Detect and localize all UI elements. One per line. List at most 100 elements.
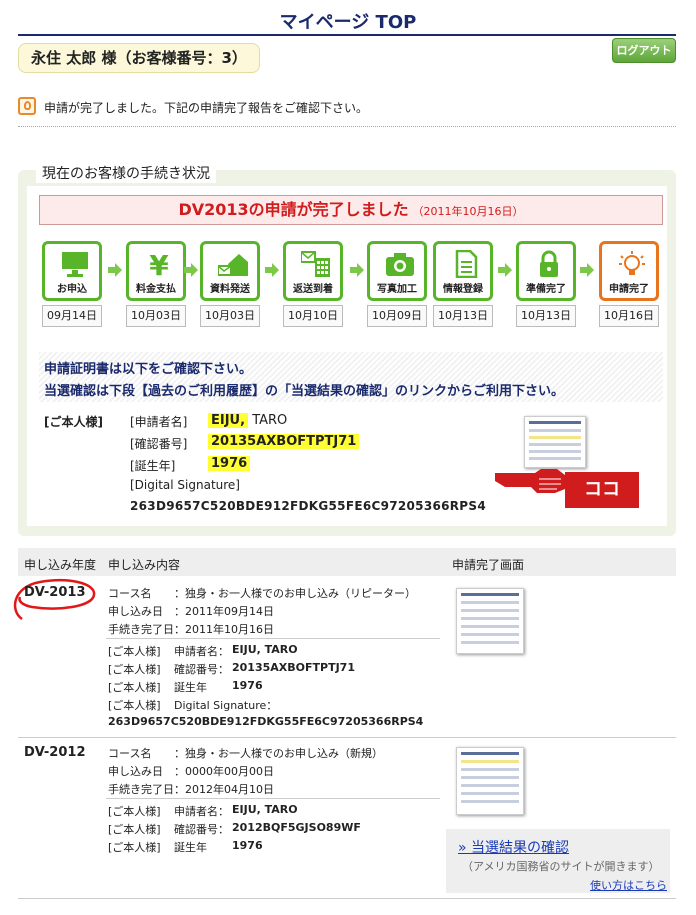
document-icon	[455, 250, 478, 278]
confirm-value: 20135AXBOFTPTJ71	[232, 661, 355, 674]
confirmation-number: 20135AXBOFTPTJ71	[208, 434, 360, 449]
step-register: 情報登録	[433, 241, 493, 301]
koko-label: ココ	[565, 472, 639, 508]
step-docs-sent: 資料発送	[200, 241, 260, 301]
mail-keypad-icon	[301, 251, 330, 277]
done-value: ：2012年04月10日	[174, 783, 274, 796]
yen-icon: ¥	[149, 250, 169, 278]
step-date: 10月10日	[283, 305, 343, 327]
confirm-label: 確認番号：	[174, 823, 229, 836]
birth-label: 誕生年	[174, 681, 207, 694]
step-date: 09月14日	[42, 305, 102, 327]
history-year: DV-2013	[24, 585, 86, 600]
step-date: 10月13日	[433, 305, 493, 327]
row-divider	[18, 737, 676, 738]
camera-icon	[386, 253, 414, 276]
header-screen: 申請完了画面	[452, 558, 525, 572]
confirm-value: 2012BQF5GJSO89WF	[232, 821, 361, 834]
completion-screen-thumbnail[interactable]	[456, 588, 524, 654]
apply-value: ：2011年09月14日	[174, 605, 274, 618]
banner-main: DV2013の申請が完了しました	[178, 200, 409, 219]
applicant-name: EIJU, TARO	[208, 413, 287, 428]
status-panel-title: 現在のお客様の手続き状況	[36, 163, 216, 183]
done-value: ：2011年10月16日	[174, 623, 274, 636]
owner-tag: [ご本人様]	[108, 805, 161, 818]
lightbulb-icon	[18, 97, 36, 115]
completion-message: 申請が完了しました。下記の申請完了報告をご確認下さい。	[44, 101, 369, 115]
divider	[18, 126, 676, 127]
birth-year: 1976	[208, 456, 251, 471]
header-year: 申し込み年度	[24, 558, 97, 572]
name-value: EIJU, TARO	[232, 643, 298, 656]
name-label: [申請者名]	[130, 415, 188, 429]
step-arrow-icon	[498, 263, 512, 277]
step-apply: お申込	[42, 241, 102, 301]
apply-value: ：0000年00月00日	[174, 765, 274, 778]
course-label: コース名	[108, 747, 152, 760]
logout-button[interactable]: ログアウト	[612, 38, 676, 63]
done-label: 手続き完了日	[108, 623, 174, 636]
name-value: EIJU, TARO	[232, 803, 298, 816]
step-date: 10月13日	[516, 305, 576, 327]
confirm-label: 確認番号：	[174, 663, 229, 676]
signature-label: Digital Signature：	[174, 699, 278, 712]
owner-tag: [ご本人様]	[108, 663, 161, 676]
step-date: 10月09日	[367, 305, 427, 327]
certificate-thumbnail[interactable]	[524, 416, 586, 468]
step-label: お申込	[57, 284, 87, 295]
course-value: ：独身・お一人様でのお申し込み（リピーター）	[174, 587, 416, 600]
owner-tag: [ご本人様]	[108, 841, 161, 854]
certificate-note: 申請証明書は以下をご確認下さい。	[44, 362, 253, 377]
owner-tag: [ご本人様]	[108, 681, 161, 694]
done-label: 手続き完了日	[108, 783, 174, 796]
step-ready: 準備完了	[516, 241, 576, 301]
step-date: 10月03日	[200, 305, 260, 327]
step-date: 10月16日	[599, 305, 659, 327]
step-label: 写真加工	[377, 284, 417, 295]
row-divider	[106, 798, 440, 799]
step-label: 情報登録	[443, 284, 483, 295]
step-date: 10月03日	[126, 305, 186, 327]
step-label: 料金支払	[136, 284, 176, 295]
birth-value: 1976	[232, 679, 263, 692]
completion-screen-thumbnail[interactable]	[456, 747, 524, 815]
step-payment: ¥ 料金支払	[126, 241, 186, 301]
result-note: 当選確認は下段【過去のご利用履歴】の「当選結果の確認」のリンクからご利用下さい。	[44, 384, 565, 399]
course-value: ：独身・お一人様でのお申し込み（新規）	[174, 747, 383, 760]
house-mail-icon	[218, 254, 248, 276]
completion-banner: DV2013の申請が完了しました （2011年10月16日）	[39, 195, 663, 225]
row-divider	[106, 638, 440, 639]
owner-label: [ご本人様]	[44, 415, 103, 429]
step-returned: 返送到着	[283, 241, 343, 301]
step-arrow-icon	[184, 263, 198, 277]
svg-text:¥: ¥	[149, 250, 169, 278]
step-photo: 写真加工	[367, 241, 427, 301]
signature-label: [Digital Signature]	[130, 478, 240, 492]
banner-date: （2011年10月16日）	[412, 205, 524, 218]
step-label: 申請完了	[609, 284, 649, 295]
birth-label: [誕生年]	[130, 459, 176, 473]
lock-icon	[540, 250, 558, 277]
birth-value: 1976	[208, 456, 251, 471]
digital-signature: 263D9657C520BDE912FDKG55FE6C97205366RPS4	[130, 499, 486, 513]
course-label: コース名	[108, 587, 152, 600]
step-label: 資料発送	[210, 284, 250, 295]
name-label: 申請者名：	[174, 805, 229, 818]
step-label: 準備完了	[526, 284, 566, 295]
birth-value: 1976	[232, 839, 263, 852]
step-label: 返送到着	[293, 284, 333, 295]
history-year: DV-2012	[24, 745, 86, 760]
monitor-icon	[62, 252, 88, 277]
howto-link[interactable]: 使い方はこちら	[590, 877, 667, 893]
header-content: 申し込み内容	[108, 558, 181, 572]
result-check-link[interactable]: » 当選結果の確認	[458, 837, 569, 857]
name-highlight: EIJU,	[208, 413, 249, 428]
step-arrow-icon	[265, 263, 279, 277]
birth-label: 誕生年	[174, 841, 207, 854]
apply-label: 申し込み日	[108, 765, 163, 778]
pointing-hand-icon	[495, 469, 565, 493]
apply-label: 申し込み日	[108, 605, 163, 618]
step-complete: 申請完了	[599, 241, 659, 301]
lightbulb-icon	[619, 251, 645, 275]
name-label: 申請者名：	[174, 645, 229, 658]
